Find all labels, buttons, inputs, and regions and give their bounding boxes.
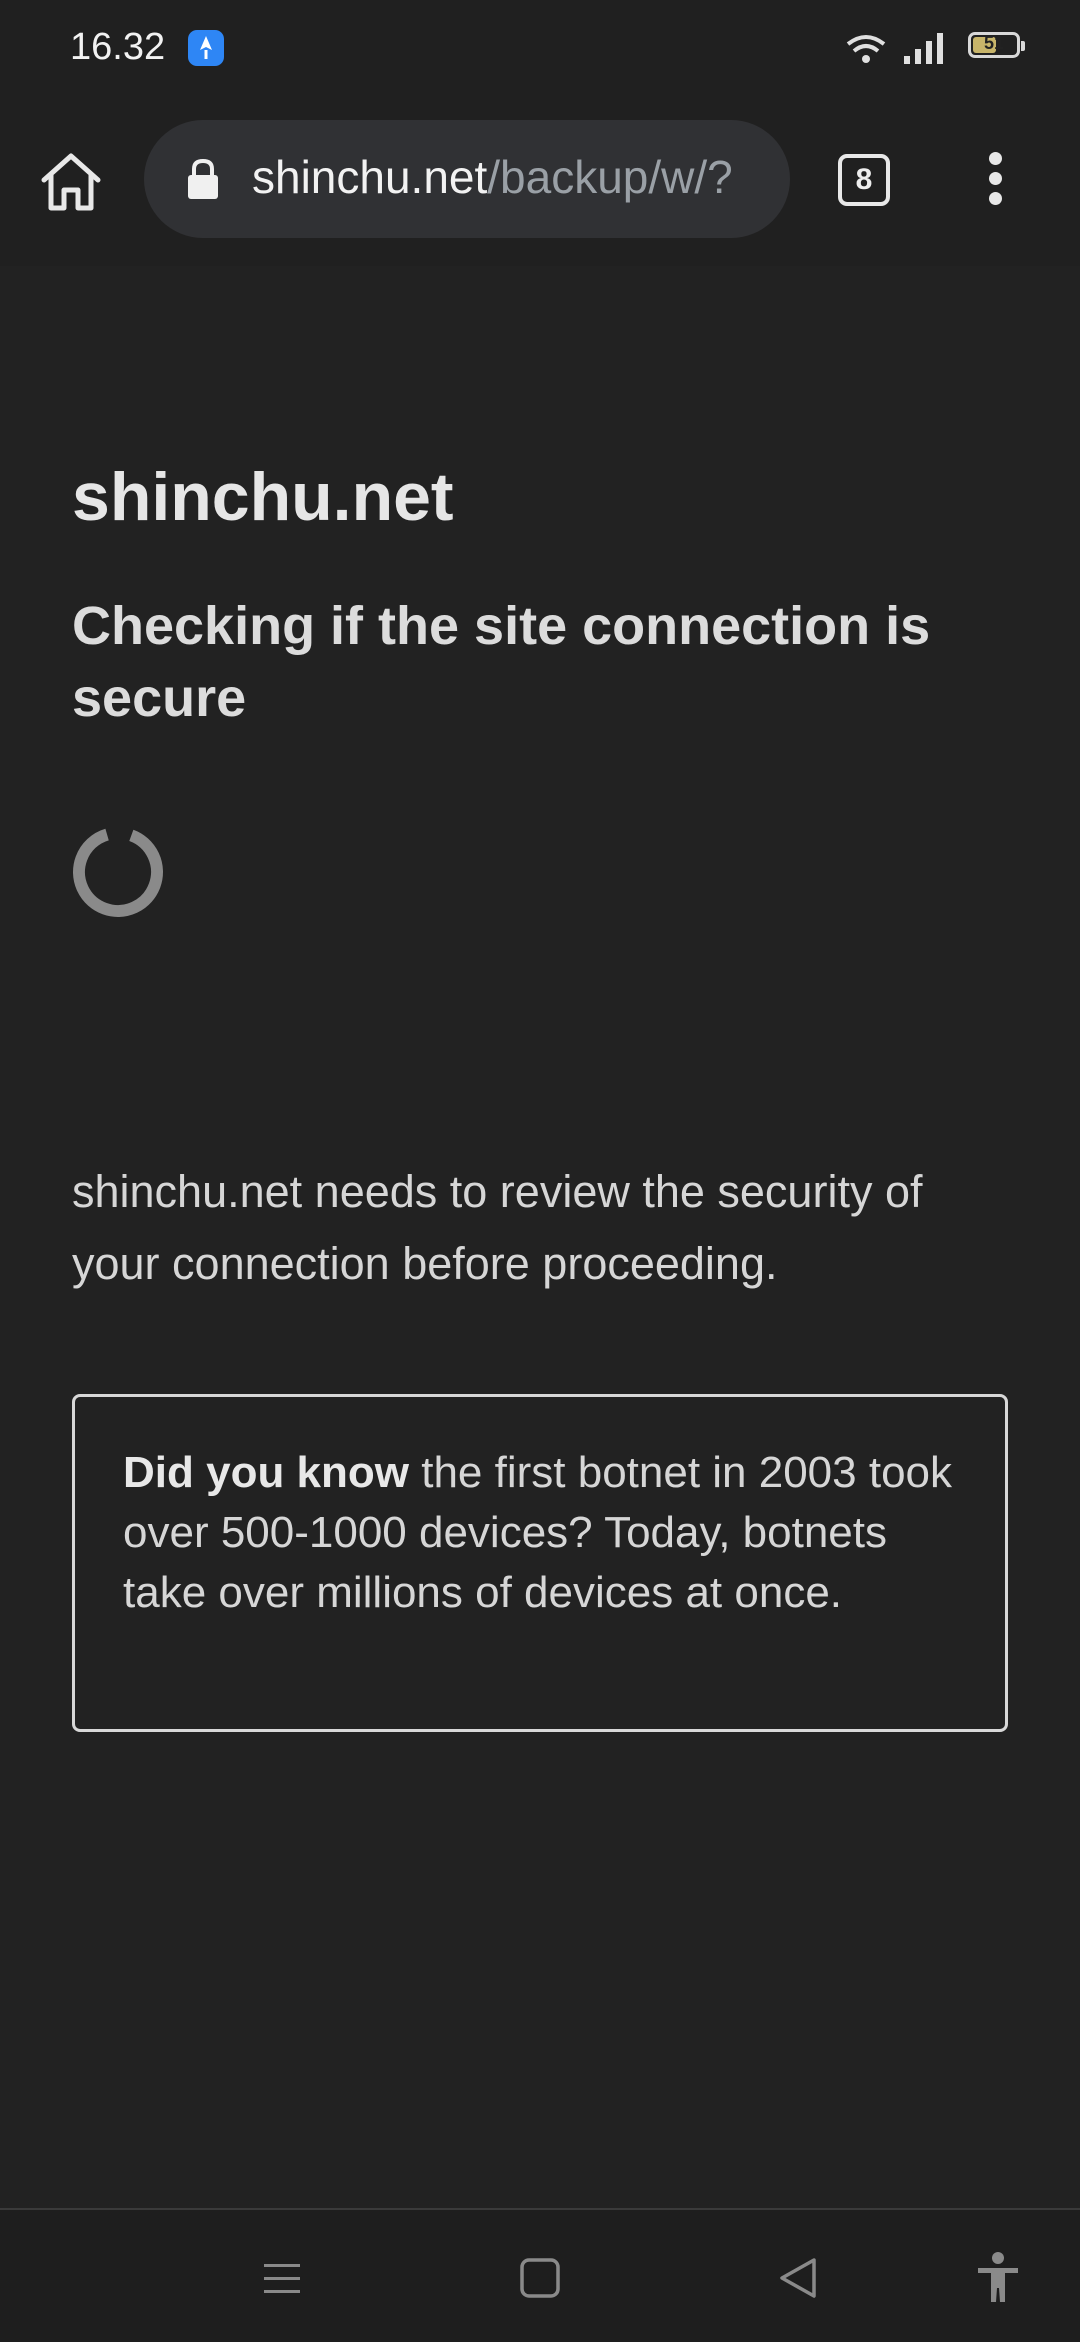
- battery-icon: 51: [968, 32, 1025, 58]
- battery-level: 51: [983, 33, 1005, 53]
- tab-switcher-button[interactable]: 8: [838, 154, 890, 206]
- fact-bold-lead: Did you know: [123, 1448, 409, 1497]
- recents-menu-icon[interactable]: [254, 2250, 310, 2306]
- review-message: shinchu.net needs to review the security…: [72, 1166, 923, 1289]
- home-icon: [41, 153, 101, 211]
- url-text[interactable]: shinchu.net/backup/w/?: [252, 150, 733, 204]
- fact-text: Did you know the first botnet in 2003 to…: [123, 1443, 957, 1623]
- url-domain: shinchu.net: [252, 151, 488, 203]
- accessibility-icon[interactable]: [970, 2250, 1026, 2306]
- system-nav-bar: [0, 2208, 1080, 2342]
- site-name: shinchu.net: [72, 459, 454, 535]
- signal-icon: [904, 33, 943, 64]
- wifi-icon: [846, 35, 886, 63]
- did-you-know-box: Did you know the first botnet in 2003 to…: [72, 1394, 1008, 1732]
- app-notification-icon: [188, 30, 224, 66]
- loading-spinner-icon: [73, 827, 163, 917]
- browser-toolbar: shinchu.net/backup/w/? 8: [0, 96, 1080, 266]
- url-path: /backup/w/?: [487, 151, 733, 203]
- page-heading: Checking if the site connection is secur…: [72, 596, 931, 728]
- back-nav-icon[interactable]: [770, 2250, 826, 2306]
- address-bar[interactable]: shinchu.net/backup/w/?: [144, 120, 790, 238]
- home-button[interactable]: [36, 146, 106, 216]
- more-menu-button[interactable]: [980, 152, 1010, 212]
- status-bar: 16.32 51: [0, 0, 1080, 96]
- status-time: 16.32: [70, 26, 166, 68]
- lock-icon[interactable]: [186, 158, 220, 200]
- home-nav-icon[interactable]: [512, 2250, 568, 2306]
